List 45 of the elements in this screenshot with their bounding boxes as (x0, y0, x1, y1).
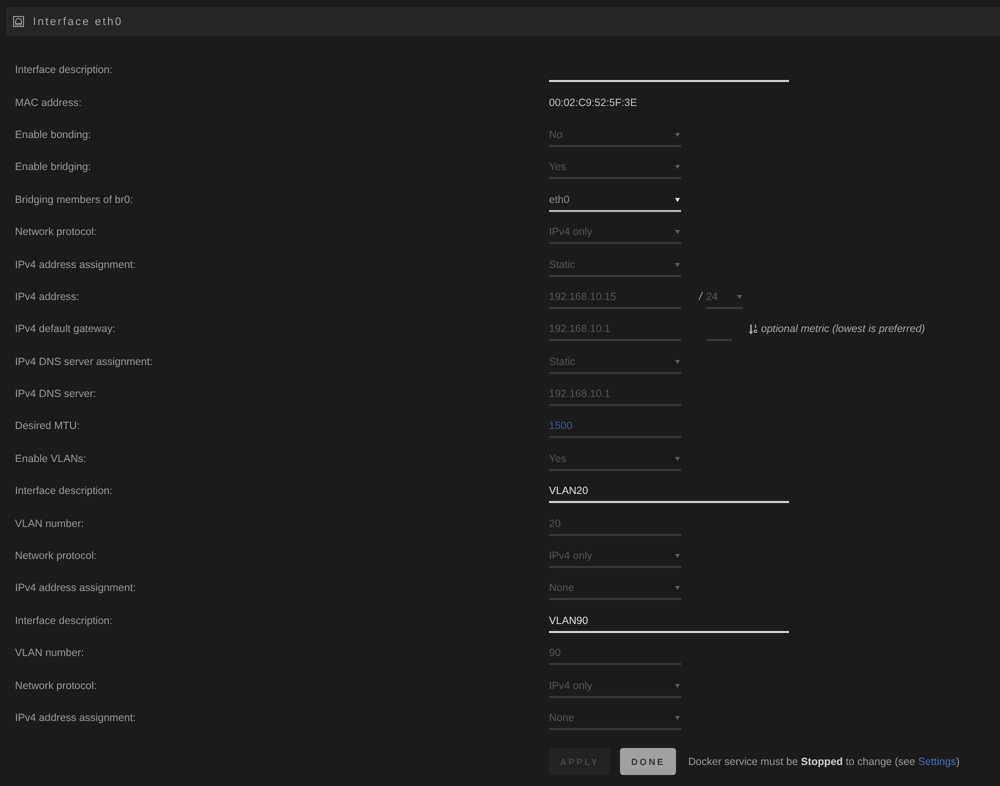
hint-text: optional metric (lowest is preferred) (761, 323, 925, 336)
field-label: Network protocol: (15, 680, 98, 692)
caret-icon (675, 230, 680, 234)
field-label: Enable VLANs: (15, 452, 88, 465)
field-label: Interface description: (15, 64, 114, 76)
field-label: Interface description: (15, 614, 114, 627)
dropdown[interactable]: eth0 (549, 188, 681, 212)
field-label: MAC address: (15, 96, 83, 109)
field-label: Desired MTU: (15, 420, 81, 432)
caret-icon (675, 262, 680, 267)
field-label: IPv4 DNS server: (15, 388, 98, 400)
action-button[interactable]: DONE (620, 748, 676, 776)
field-label: VLAN number: (15, 647, 85, 660)
caret-icon (675, 360, 680, 364)
caret-icon (675, 132, 680, 137)
field-label: Enable bridging: (15, 161, 92, 174)
field-label: IPv4 address assignment: (15, 712, 137, 724)
panel-title: Interface eth0 (33, 16, 123, 28)
caret-icon (675, 586, 680, 590)
caret-icon (675, 165, 680, 170)
text-field[interactable]: VLAN90 (549, 608, 789, 633)
field-label: Network protocol: (15, 226, 98, 238)
separator-text: / (699, 290, 702, 303)
field-label: Network protocol: (15, 550, 98, 562)
caret-icon (675, 684, 680, 688)
field-label: Enable bonding: (15, 128, 92, 141)
field-value: 00:02:C9:52:5F:3E (549, 96, 638, 109)
sort-icon (749, 324, 758, 335)
settings-link[interactable]: Settings (918, 756, 956, 768)
field-label: IPv4 address assignment: (15, 582, 137, 594)
field-label: IPv4 address: (15, 290, 80, 303)
text-field[interactable]: VLAN20 (549, 479, 789, 504)
field-label: Interface description: (15, 485, 114, 498)
caret-icon (675, 456, 680, 461)
field-label: VLAN number: (15, 518, 85, 530)
caret-icon (675, 554, 680, 558)
field-label: IPv4 DNS server assignment: (15, 356, 154, 368)
docker-note: Docker service must be Stopped to change (see Settings) (688, 756, 960, 768)
field-label: Bridging members of br0: (15, 194, 134, 206)
caret-icon (737, 294, 742, 299)
frame-icon (13, 16, 24, 27)
field-label: IPv4 default gateway: (15, 323, 116, 336)
field-label: IPv4 address assignment: (15, 258, 137, 271)
caret-icon (675, 198, 680, 202)
caret-icon (675, 716, 680, 720)
